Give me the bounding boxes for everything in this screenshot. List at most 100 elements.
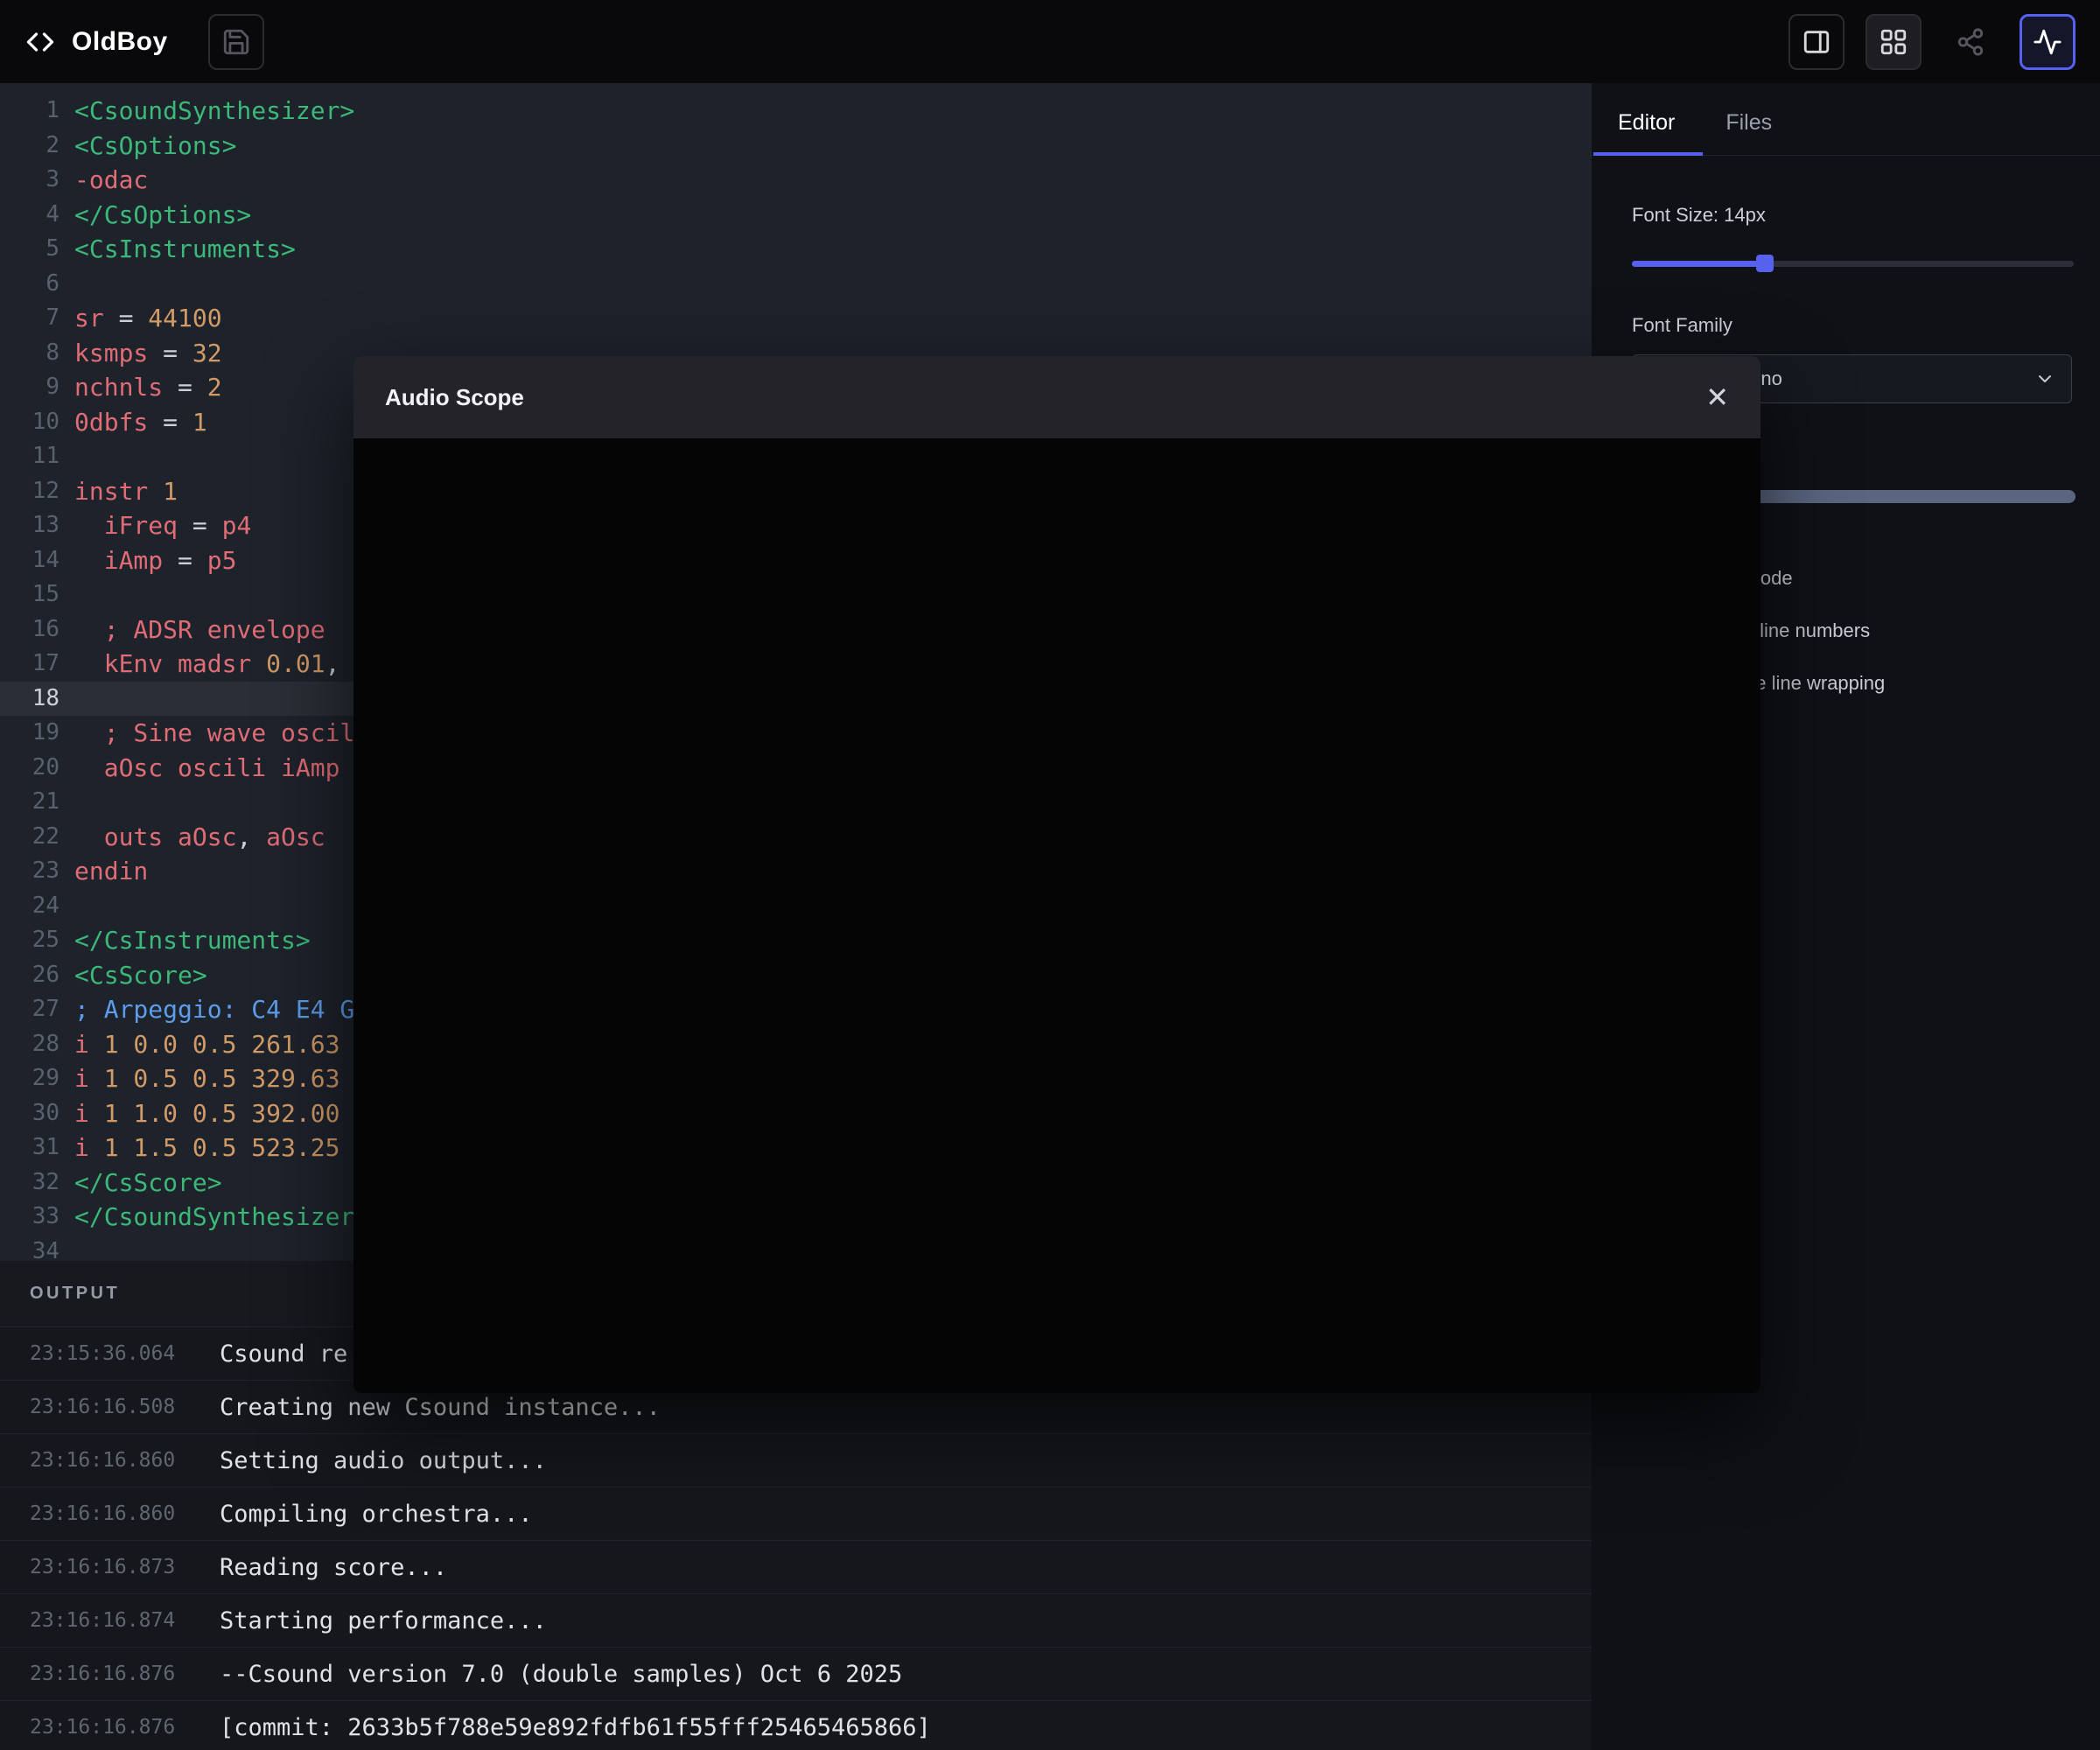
tab-editor[interactable]: Editor — [1618, 110, 1675, 155]
code-text: </CsInstruments> — [74, 923, 311, 958]
topbar: OldBoy — [0, 0, 2100, 83]
line-number: 24 — [0, 889, 60, 924]
code-token: 1 1.0 0.5 392.00 — [104, 1099, 340, 1128]
line-number: 19 — [0, 716, 60, 751]
code-token: 0dbfs — [74, 408, 148, 437]
code-token: i — [74, 1133, 89, 1162]
log-timestamp: 23:16:16.876 — [30, 1716, 220, 1739]
code-line[interactable]: 1<CsoundSynthesizer> — [0, 94, 1592, 129]
log-row: 23:16:16.873Reading score... — [0, 1541, 1592, 1594]
audio-scope-button[interactable] — [2020, 14, 2076, 70]
font-size-slider-thumb[interactable] — [1756, 255, 1774, 272]
log-row: 23:16:16.876[commit: 2633b5f788e59e892fd… — [0, 1701, 1592, 1750]
code-text: </CsScore> — [74, 1166, 222, 1200]
code-text: endin — [74, 854, 148, 889]
line-number: 12 — [0, 474, 60, 509]
log-row: 23:16:16.874Starting performance... — [0, 1594, 1592, 1648]
code-token: 1 0.5 0.5 329.63 — [104, 1064, 340, 1093]
code-token — [74, 753, 104, 782]
font-family-label: Font Family — [1632, 314, 1732, 337]
code-token: </CsOptions> — [74, 200, 251, 229]
code-token — [74, 718, 104, 747]
code-text: nchnls = 2 — [74, 370, 222, 405]
line-number: 14 — [0, 543, 60, 578]
activity-icon — [2033, 27, 2062, 57]
code-token: sr — [74, 304, 104, 332]
line-number: 22 — [0, 820, 60, 855]
code-token: </CsoundSynthesizer — [74, 1202, 354, 1231]
code-token — [74, 649, 104, 678]
code-token: iFreq — [104, 511, 178, 540]
line-number: 16 — [0, 612, 60, 648]
log-row: 23:16:16.876--Csound version 7.0 (double… — [0, 1648, 1592, 1701]
font-size-label: Font Size: 14px — [1632, 204, 1766, 227]
line-number: 2 — [0, 129, 60, 164]
line-number: 23 — [0, 854, 60, 889]
code-token: outs aOsc — [104, 822, 237, 851]
code-text: outs aOsc, aOsc — [74, 820, 326, 855]
code-token: , — [326, 649, 340, 678]
log-timestamp: 23:16:16.873 — [30, 1556, 220, 1578]
code-text: i 1 1.0 0.5 392.00 — [74, 1096, 340, 1131]
code-token: 1 — [163, 477, 178, 506]
font-size-slider[interactable] — [1632, 261, 2074, 267]
close-icon[interactable]: ✕ — [1705, 383, 1729, 411]
code-line[interactable]: 2<CsOptions> — [0, 129, 1592, 164]
code-line[interactable]: 6 — [0, 267, 1592, 302]
log-message: Compiling orchestra... — [220, 1501, 533, 1528]
code-token — [148, 477, 163, 506]
code-token: ksmps — [74, 339, 148, 368]
code-token: 44100 — [148, 304, 221, 332]
audio-scope-modal: Audio Scope ✕ — [354, 356, 1760, 1393]
line-number: 28 — [0, 1027, 60, 1062]
log-row: 23:16:16.860Setting audio output... — [0, 1434, 1592, 1488]
code-token: 0.01 — [266, 649, 325, 678]
line-number: 29 — [0, 1061, 60, 1096]
code-text: aOsc oscili iAmp — [74, 751, 340, 786]
code-token — [74, 615, 104, 644]
code-line[interactable]: 7sr = 44100 — [0, 301, 1592, 336]
line-number: 5 — [0, 232, 60, 267]
line-number: 11 — [0, 439, 60, 474]
code-token — [89, 1133, 104, 1162]
brand: OldBoy — [24, 14, 264, 70]
code-token: iAmp — [104, 546, 163, 575]
code-line[interactable]: 3-odac — [0, 163, 1592, 198]
line-number: 33 — [0, 1200, 60, 1235]
log-message: Starting performance... — [220, 1607, 547, 1634]
save-button[interactable] — [208, 14, 264, 70]
panel-toggle-button[interactable] — [1788, 14, 1844, 70]
code-text: <CsInstruments> — [74, 232, 296, 267]
code-line[interactable]: 5 <CsInstruments> — [0, 232, 1592, 267]
code-token: aOsc oscili iAmp — [104, 753, 340, 782]
font-size-slider-fill — [1632, 261, 1765, 267]
code-token: = — [163, 546, 207, 575]
line-number: 6 — [0, 267, 60, 302]
share-button[interactable] — [1942, 14, 1998, 70]
line-number: 32 — [0, 1166, 60, 1200]
sidebar-tabs: Editor Files — [1592, 83, 2100, 156]
share-icon — [1956, 27, 1985, 57]
code-token: i — [74, 1030, 89, 1059]
code-token: 32 — [192, 339, 222, 368]
code-token: endin — [74, 857, 148, 886]
audio-scope-canvas — [354, 438, 1760, 1393]
line-number: 9 — [0, 370, 60, 405]
log-message: --Csound version 7.0 (double samples) Oc… — [220, 1661, 902, 1688]
log-timestamp: 23:16:16.876 — [30, 1662, 220, 1685]
code-token: nchnls — [74, 373, 163, 402]
line-number: 25 — [0, 923, 60, 958]
code-token — [89, 1099, 104, 1128]
code-token: ; Sine wave oscil — [104, 718, 355, 747]
code-text: ksmps = 32 — [74, 336, 222, 371]
code-line[interactable]: 4 </CsOptions> — [0, 198, 1592, 233]
code-text: iAmp = p5 — [74, 543, 236, 578]
code-token: instr — [74, 477, 148, 506]
line-number: 4 — [0, 198, 60, 233]
layout-grid-button[interactable] — [1866, 14, 1922, 70]
code-text: <CsScore> — [74, 958, 207, 993]
tab-files[interactable]: Files — [1726, 110, 1772, 155]
code-token: i — [74, 1099, 89, 1128]
code-token — [74, 822, 104, 851]
line-number: 15 — [0, 578, 60, 612]
